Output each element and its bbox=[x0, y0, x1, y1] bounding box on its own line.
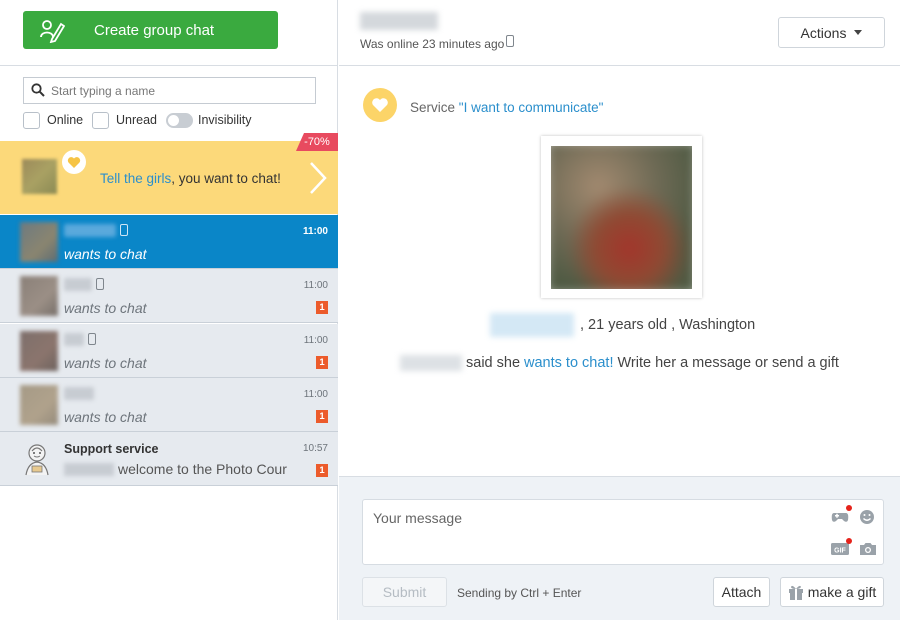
chat-row[interactable]: wants to chat 11:00 1 bbox=[0, 269, 338, 323]
emoji-icon[interactable] bbox=[859, 509, 875, 525]
message-time: 11:00 bbox=[303, 389, 328, 400]
chat-row-support[interactable]: Support service welcome to the Photo Cou… bbox=[0, 432, 338, 486]
mobile-icon bbox=[88, 333, 96, 345]
gift-icon bbox=[788, 585, 803, 600]
message-time: 11:00 bbox=[303, 335, 328, 346]
promo-link[interactable]: Tell the girls bbox=[100, 171, 171, 186]
search-input[interactable] bbox=[51, 82, 306, 100]
last-message: welcome to the Photo Cour bbox=[118, 461, 287, 477]
heart-chat-icon bbox=[363, 88, 397, 122]
photo-clip bbox=[551, 146, 692, 289]
heart-icon bbox=[62, 150, 86, 174]
conversation-header: Was online 23 minutes ago Actions bbox=[339, 0, 900, 66]
profile-name-link[interactable] bbox=[490, 313, 574, 337]
sidebar-header: Create group chat bbox=[0, 0, 337, 66]
notification-dot bbox=[846, 505, 852, 511]
attach-button[interactable]: Attach bbox=[713, 577, 770, 607]
message-time: 11:00 bbox=[302, 226, 328, 237]
contact-name: Support service bbox=[64, 442, 159, 456]
avatar bbox=[22, 159, 57, 194]
camera-icon[interactable] bbox=[859, 542, 877, 556]
chat-row[interactable]: wants to chat 11:00 1 bbox=[0, 324, 338, 378]
mobile-icon bbox=[506, 35, 514, 47]
filter-online[interactable]: Online bbox=[23, 111, 83, 129]
message-time: 10:57 bbox=[302, 443, 328, 454]
submit-button[interactable]: Submit bbox=[362, 577, 447, 607]
unread-label: Unread bbox=[116, 113, 157, 127]
filter-invisibility[interactable]: Invisibility bbox=[166, 111, 252, 129]
redacted-text bbox=[64, 463, 114, 476]
discount-badge: -70% bbox=[296, 133, 338, 151]
avatar bbox=[20, 331, 58, 371]
unread-count-badge: 1 bbox=[316, 464, 328, 477]
actions-label: Actions bbox=[800, 24, 847, 41]
promo-text: Tell the girls, you want to chat! bbox=[100, 171, 281, 186]
service-link[interactable]: "I want to communicate" bbox=[459, 100, 604, 115]
unread-checkbox[interactable] bbox=[92, 111, 109, 129]
online-label: Online bbox=[47, 113, 84, 127]
create-group-chat-label: Create group chat bbox=[94, 22, 215, 39]
last-message: wants to chat bbox=[64, 355, 147, 371]
create-group-chat-button[interactable]: Create group chat bbox=[23, 11, 278, 49]
contact-name bbox=[64, 278, 92, 291]
invisibility-toggle[interactable] bbox=[166, 112, 193, 128]
photo-image bbox=[551, 146, 692, 289]
last-message: wants to chat bbox=[64, 409, 147, 425]
chat-row[interactable]: wants to chat 11:00 bbox=[0, 215, 338, 269]
invisibility-label: Invisibility bbox=[198, 113, 252, 127]
wants-to-chat-link[interactable]: wants to chat! bbox=[524, 355, 613, 371]
mobile-icon bbox=[120, 224, 128, 236]
message-box[interactable]: GIF bbox=[362, 499, 884, 565]
promo-rest: , you want to chat! bbox=[171, 171, 281, 186]
online-checkbox[interactable] bbox=[23, 111, 40, 129]
make-gift-label: make a gift bbox=[807, 584, 877, 600]
profile-photo[interactable] bbox=[541, 136, 702, 298]
gif-icon[interactable]: GIF bbox=[831, 542, 849, 556]
avatar bbox=[20, 385, 58, 425]
make-gift-button[interactable]: make a gift bbox=[780, 577, 884, 607]
contact-name bbox=[64, 333, 84, 346]
notification-dot bbox=[846, 538, 852, 544]
service-notice: Service "I want to communicate" bbox=[410, 100, 603, 115]
support-avatar-icon bbox=[25, 444, 49, 476]
send-hint: Sending by Ctrl + Enter bbox=[457, 586, 582, 600]
said-suffix: Write her a message or send a gift bbox=[613, 355, 839, 371]
wants-to-chat-notice: said she wants to chat! Write her a mess… bbox=[400, 352, 839, 374]
unread-count-badge: 1 bbox=[316, 410, 328, 423]
search-icon bbox=[31, 83, 45, 97]
svg-text:GIF: GIF bbox=[834, 548, 846, 555]
avatar bbox=[20, 222, 58, 262]
profile-details: , 21 years old , Washington bbox=[580, 317, 756, 333]
message-time: 11:00 bbox=[303, 280, 328, 291]
chat-row[interactable]: wants to chat 11:00 1 bbox=[0, 378, 338, 432]
search-field[interactable] bbox=[23, 77, 316, 104]
filter-unread[interactable]: Unread bbox=[92, 111, 157, 129]
service-prefix: Service bbox=[410, 100, 459, 115]
last-message: wants to chat bbox=[64, 300, 147, 316]
profile-info: , 21 years old , Washington bbox=[490, 311, 755, 339]
chat-sidebar: Create group chat Online Unread Invisibi… bbox=[0, 0, 338, 620]
last-message: wants to chat bbox=[64, 246, 147, 262]
avatar bbox=[20, 276, 58, 316]
actions-dropdown-button[interactable]: Actions bbox=[778, 17, 885, 48]
message-composer: GIF Submit Sending by Ctrl + Enter Attac… bbox=[339, 476, 900, 620]
contact-name bbox=[64, 224, 116, 237]
message-input[interactable] bbox=[373, 510, 803, 556]
contact-name[interactable] bbox=[360, 12, 438, 30]
toggle-knob bbox=[168, 114, 179, 126]
contact-name bbox=[64, 387, 94, 400]
online-status: Was online 23 minutes ago bbox=[360, 37, 505, 51]
unread-count-badge: 1 bbox=[316, 301, 328, 314]
mobile-icon bbox=[96, 278, 104, 290]
said-prefix: said she bbox=[466, 355, 521, 371]
conversation-panel: Was online 23 minutes ago Actions Servic… bbox=[339, 0, 900, 620]
caret-down-icon bbox=[854, 30, 863, 35]
redacted-name bbox=[400, 355, 462, 371]
unread-count-badge: 1 bbox=[316, 356, 328, 369]
gamepad-icon[interactable] bbox=[831, 510, 849, 524]
edit-people-icon bbox=[40, 20, 65, 43]
chevron-right-icon[interactable] bbox=[308, 161, 328, 195]
promo-banner[interactable]: Tell the girls, you want to chat! -70% bbox=[0, 133, 338, 214]
